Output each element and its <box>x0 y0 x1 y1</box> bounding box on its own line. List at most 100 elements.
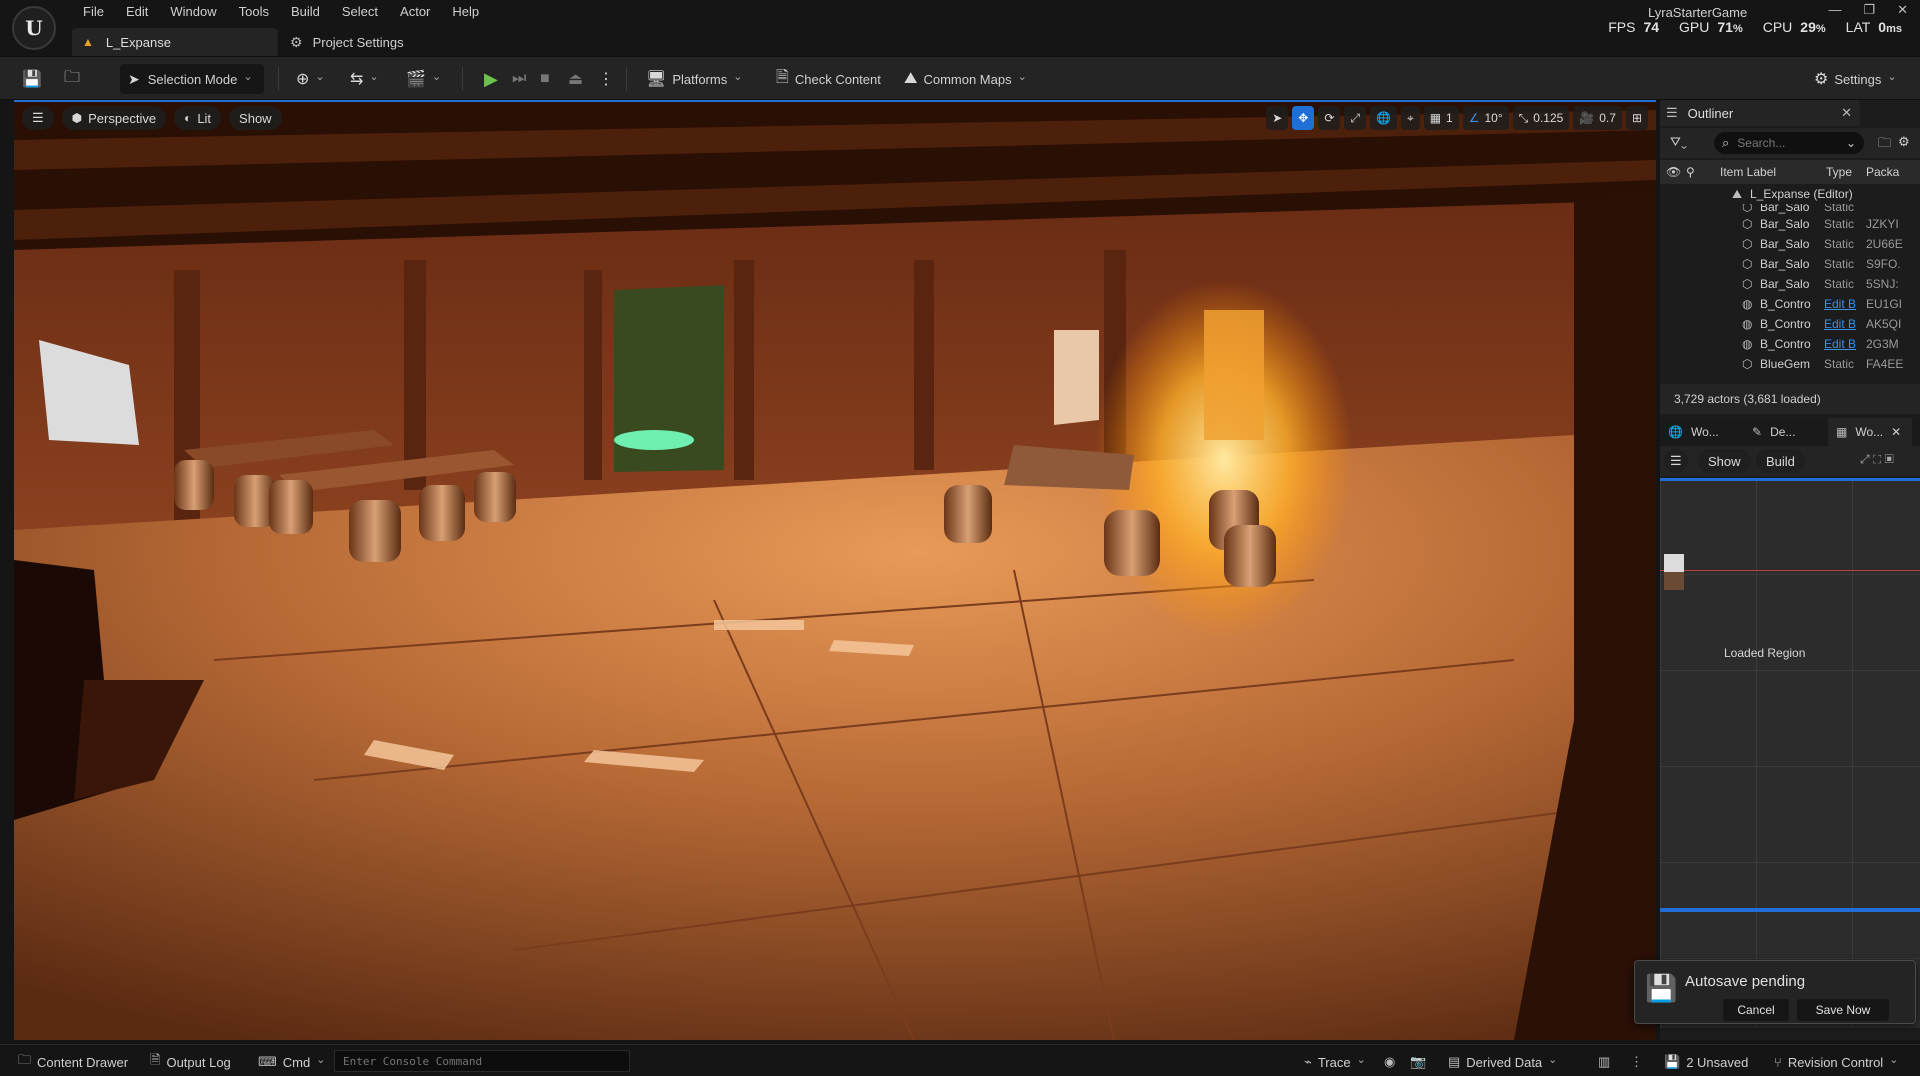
selection-mode-dropdown[interactable]: ➤ Selection Mode <box>120 64 264 94</box>
outliner-row[interactable]: ⬡ Bar_Salo Static 2U66E <box>1660 234 1920 254</box>
outliner-row[interactable]: ◍ B_Contro Edit B EU1GI <box>1660 294 1920 314</box>
viewport-menu-button[interactable]: ☰ <box>22 106 54 130</box>
output-log-button[interactable]: 🗎 Output Log <box>150 1052 231 1072</box>
cursor-icon: ➤ <box>128 70 140 87</box>
cancel-button[interactable]: Cancel <box>1723 999 1789 1021</box>
cmd-dropdown[interactable]: ⌨ Cmd <box>258 1052 325 1072</box>
screenshot-button[interactable]: 📷 <box>1410 1052 1432 1072</box>
play-options-button[interactable]: ⋮ <box>598 64 614 94</box>
globe-icon: 🌐 <box>1668 425 1683 439</box>
visibility-eye-icon[interactable]: 👁 <box>1666 165 1686 179</box>
menu-help[interactable]: Help <box>441 2 490 21</box>
wp-show-button[interactable]: Show <box>1698 449 1751 473</box>
outliner-row[interactable]: ◍ B_Contro Edit B 2G3M <box>1660 334 1920 354</box>
tab-details[interactable]: ✎ De... <box>1744 418 1828 446</box>
outliner-row[interactable]: ⬡ BlueGem Static FA4EE <box>1660 354 1920 374</box>
view-mode-button[interactable]: ◐ Lit <box>174 106 222 130</box>
show-button[interactable]: Show <box>229 106 282 130</box>
stop-button[interactable]: ■ <box>540 64 550 94</box>
column-package[interactable]: Packa <box>1866 165 1906 179</box>
menu-file[interactable]: File <box>72 2 115 21</box>
edit-blueprint-link[interactable]: Edit B <box>1824 337 1866 351</box>
gear-icon[interactable]: ⚙ <box>1898 134 1910 150</box>
menu-actor[interactable]: Actor <box>389 2 441 21</box>
restore-icon[interactable]: ❐ <box>1863 2 1875 18</box>
close-icon[interactable]: ✕ <box>1897 2 1908 18</box>
blueprints-dropdown[interactable]: ⇆ <box>350 64 379 94</box>
scale-snap-button[interactable]: ⤡ 0.125 <box>1512 106 1570 130</box>
tab-world-settings[interactable]: 🌐 Wo... <box>1660 418 1744 446</box>
root-label: L_Expanse (Editor) <box>1750 187 1853 201</box>
rotate-tool-button[interactable]: ⟳ <box>1318 106 1341 130</box>
outliner-row[interactable]: ⬡ Bar_Salo Static JZKYI <box>1660 214 1920 234</box>
grid-snap-button[interactable]: ▦ 1 <box>1423 106 1459 130</box>
wp-view-icons[interactable]: ⤢ ⛶ ▣ <box>1860 452 1894 467</box>
surface-snap-button[interactable]: ⌖ <box>1400 106 1420 130</box>
console-command-input[interactable] <box>334 1050 630 1072</box>
translate-tool-button[interactable]: ✥ <box>1292 106 1315 130</box>
wp-build-button[interactable]: Build <box>1756 449 1805 473</box>
edit-blueprint-link[interactable]: Edit B <box>1824 317 1866 331</box>
add-folder-icon[interactable]: 🗀 <box>1878 134 1891 156</box>
tab-project-settings[interactable]: ⚙ Project Settings <box>290 30 404 54</box>
revision-control-dropdown[interactable]: ⑂ Revision Control <box>1774 1052 1898 1072</box>
outliner-row[interactable]: ◍ B_Contro Edit B AK5QI <box>1660 314 1920 334</box>
step-button[interactable]: ⏭ <box>512 64 526 94</box>
save-icon[interactable]: 💾 <box>22 64 42 94</box>
save-now-button[interactable]: Save Now <box>1797 999 1889 1021</box>
unsaved-button[interactable]: 💾 2 Unsaved <box>1664 1052 1748 1072</box>
minimize-icon[interactable]: — <box>1828 2 1841 18</box>
outliner-root-row[interactable]: ⛰ L_Expanse (Editor) <box>1660 184 1920 204</box>
perspective-button[interactable]: ⬢ Perspective <box>61 106 167 130</box>
menu-build[interactable]: Build <box>280 2 331 21</box>
outliner-search-input[interactable]: ⌕ Search... ⌄ <box>1714 132 1864 154</box>
settings-dropdown[interactable]: ⚙ Settings <box>1814 64 1897 94</box>
row-label: Bar_Salo <box>1760 217 1810 231</box>
derived-data-dropdown[interactable]: ▤ Derived Data <box>1448 1052 1557 1072</box>
outliner-row[interactable]: ⬡ Bar_Salo Static S9FO. <box>1660 254 1920 274</box>
cinematics-dropdown[interactable]: 🎬 <box>406 64 441 94</box>
tab-world-partition[interactable]: ▦ Wo... ✕ <box>1828 418 1912 446</box>
scale-tool-button[interactable]: ⤢ <box>1344 106 1366 130</box>
content-drawer-button[interactable]: 🗀 Content Drawer <box>18 1052 128 1072</box>
column-type[interactable]: Type <box>1826 165 1866 179</box>
check-content-button[interactable]: 🗎 Check Content <box>776 64 881 94</box>
add-actor-dropdown[interactable]: ⊕ <box>296 64 325 94</box>
play-button[interactable]: ▶ <box>484 64 498 94</box>
angle-icon: ∠ <box>1468 111 1480 125</box>
tab-level[interactable]: ▲ L_Expanse <box>72 28 278 56</box>
eject-button[interactable]: ⏏ <box>568 64 583 94</box>
close-icon[interactable]: ✕ <box>1841 105 1852 121</box>
layout-button[interactable]: ⊞ <box>1625 106 1648 130</box>
outliner-row[interactable]: ⬡ Bar_Salo Static <box>1660 204 1920 214</box>
main-toolbar: 💾 🗀 ➤ Selection Mode ⊕ ⇆ 🎬 ▶ ⏭ ■ ⏏ ⋮ 🖥 P… <box>0 56 1920 100</box>
menu-tools[interactable]: Tools <box>228 2 280 21</box>
world-local-toggle[interactable]: 🌐 <box>1369 106 1397 130</box>
record-button[interactable]: ◉ <box>1384 1052 1401 1072</box>
pin-icon[interactable]: ⚲ <box>1686 165 1706 179</box>
wp-menu-button[interactable]: ☰ <box>1664 449 1688 473</box>
camera-speed-button[interactable]: 🎥 0.7 <box>1573 106 1622 130</box>
world-partition-map[interactable]: Loaded Region <box>1660 478 1920 1028</box>
menu-select[interactable]: Select <box>331 2 389 21</box>
trace-dropdown[interactable]: ⌁ Trace <box>1304 1052 1366 1072</box>
close-icon[interactable]: ✕ <box>1891 425 1901 439</box>
select-tool-button[interactable]: ➤ <box>1266 106 1289 130</box>
menu-edit[interactable]: Edit <box>115 2 159 21</box>
stats-button[interactable]: ▥ <box>1598 1052 1616 1072</box>
common-maps-dropdown[interactable]: ⛰ Common Maps <box>904 64 1027 94</box>
outliner-row[interactable]: ⬡ Bar_Salo Static 5SNJ: <box>1660 274 1920 294</box>
content-browse-icon[interactable]: 🗀 <box>64 64 80 94</box>
revision-control-icon: ⑂ <box>1774 1054 1782 1070</box>
unreal-logo-icon[interactable]: U <box>12 6 56 50</box>
more-options-button[interactable]: ⋮ <box>1630 1052 1649 1072</box>
level-viewport[interactable]: ☰ ⬢ Perspective ◐ Lit Show ➤ ✥ ⟳ ⤢ 🌐 ⌖ ▦… <box>14 100 1656 1040</box>
angle-snap-button[interactable]: ∠ 10° <box>1462 106 1509 130</box>
menu-window[interactable]: Window <box>159 2 227 21</box>
tab-outliner[interactable]: ☰ Outliner ✕ <box>1660 100 1860 126</box>
filter-icon[interactable]: ⛛⌄ <box>1670 134 1687 150</box>
edit-blueprint-link[interactable]: Edit B <box>1824 297 1866 311</box>
status-bar: 🗀 Content Drawer 🗎 Output Log ⌨ Cmd ⌁ Tr… <box>0 1044 1920 1076</box>
column-item-label[interactable]: Item Label <box>1720 165 1826 179</box>
platforms-dropdown[interactable]: 🖥 Platforms <box>646 64 742 94</box>
